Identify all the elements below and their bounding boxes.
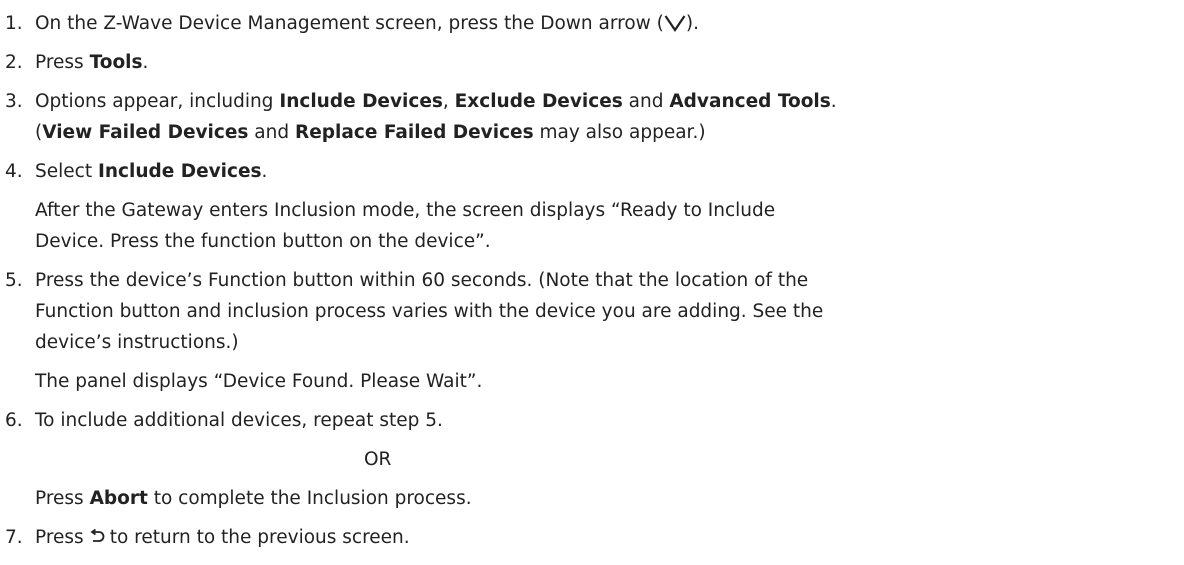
step-3-continuation: (View Failed Devices and Replace Failed … (0, 117, 1184, 148)
step-4-note-line-2: Device. Press the function button on the… (0, 226, 1184, 257)
step-text: . (830, 91, 837, 112)
step-number: 2. (5, 52, 23, 73)
step-text: Press (35, 488, 90, 509)
step-5: 5. Press the device’s Function button wi… (0, 265, 1184, 296)
tools-label: Tools (89, 52, 143, 73)
replace-failed-devices-label: Replace Failed Devices (295, 122, 534, 143)
step-text: To include additional devices, repeat st… (35, 410, 443, 431)
step-text: and (248, 122, 295, 143)
step-text: and (622, 91, 670, 112)
exclude-devices-label: Exclude Devices (454, 91, 623, 112)
step-note: After the Gateway enters Inclusion mode,… (35, 200, 776, 221)
step-5-continuation-2: device’s instructions.) (0, 327, 1184, 358)
or-separator: OR (364, 449, 392, 470)
step-text: , (442, 91, 455, 112)
step-6-or: OR (0, 444, 1184, 475)
step-number: 7. (5, 527, 23, 548)
step-4-note-line-1: After the Gateway enters Inclusion mode,… (0, 195, 1184, 226)
abort-label: Abort (89, 488, 148, 509)
step-text: Press (35, 52, 90, 73)
step-3: 3. Options appear, including Include Dev… (0, 86, 1184, 117)
step-text: Select (35, 161, 98, 182)
instruction-list: 1. On the Z-Wave Device Management scree… (0, 0, 1184, 553)
step-7: 7. Press to return to the previous screen… (0, 522, 1184, 553)
step-number: 1. (5, 13, 23, 34)
step-text: Press (35, 527, 84, 548)
step-text: On the Z-Wave Device Management screen, … (35, 13, 664, 34)
step-text: ). (685, 13, 699, 34)
include-devices-label: Include Devices (97, 161, 262, 182)
step-1: 1. On the Z-Wave Device Management scree… (0, 8, 1184, 39)
back-arrow-icon (90, 529, 105, 542)
step-text: to complete the Inclusion process. (147, 488, 472, 509)
step-5-note: The panel displays “Device Found. Please… (0, 366, 1184, 397)
include-devices-label: Include Devices (279, 91, 443, 112)
step-number: 3. (5, 91, 23, 112)
step-text: may also appear.) (533, 122, 706, 143)
step-text: Options appear, including (35, 91, 280, 112)
step-text: to return to the previous screen. (109, 527, 410, 548)
step-text: Press the device’s Function button withi… (35, 270, 809, 291)
step-note: The panel displays “Device Found. Please… (35, 371, 483, 392)
step-text: device’s instructions.) (35, 332, 239, 353)
step-number: 4. (5, 161, 23, 182)
step-number: 5. (5, 270, 23, 291)
chevron-down-icon (664, 15, 686, 32)
step-number: 6. (5, 410, 23, 431)
step-text: Function button and inclusion process va… (35, 301, 824, 322)
step-5-continuation-1: Function button and inclusion process va… (0, 296, 1184, 327)
step-6: 6. To include additional devices, repeat… (0, 405, 1184, 436)
step-text: . (261, 161, 268, 182)
step-note: Device. Press the function button on the… (35, 231, 491, 252)
step-text: . (142, 52, 149, 73)
step-6-alternative: Press Abort to complete the Inclusion pr… (0, 483, 1184, 514)
advanced-tools-label: Advanced Tools (669, 91, 831, 112)
step-4: 4. Select Include Devices. (0, 156, 1184, 187)
view-failed-devices-label: View Failed Devices (42, 122, 249, 143)
step-2: 2. Press Tools. (0, 47, 1184, 78)
